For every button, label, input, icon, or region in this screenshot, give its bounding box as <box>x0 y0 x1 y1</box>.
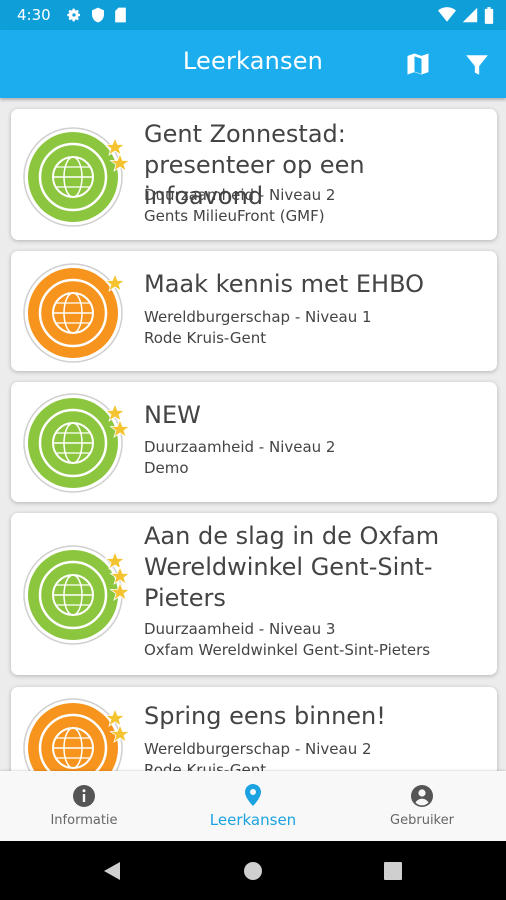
gear-icon <box>67 8 80 22</box>
status-icons-left <box>66 7 127 23</box>
list-item[interactable]: Spring eens binnen! Wereldburgerschap - … <box>11 687 497 771</box>
status-time: 4:30 <box>17 6 51 24</box>
badge-wereldburgerschap-icon <box>23 263 126 363</box>
badge-duurzaamheid-icon <box>23 127 131 227</box>
card-organization: Oxfam Wereldwinkel Gent-Sint-Pieters <box>144 641 431 659</box>
shield-icon <box>92 7 104 23</box>
card-organization: Demo <box>144 459 189 477</box>
recent-apps-icon[interactable] <box>384 862 402 880</box>
card-category: Duurzaamheid - Niveau 3 <box>144 620 336 638</box>
account-circle-icon <box>411 785 433 807</box>
card-category: Duurzaamheid - Niveau 2 <box>144 438 336 456</box>
filter-icon <box>466 55 488 75</box>
list-item[interactable]: Aan de slag in de Oxfam Wereldwinkel Gen… <box>11 513 497 675</box>
tab-leerkansen[interactable]: Leerkansen <box>169 771 337 841</box>
wifi-icon <box>438 7 456 22</box>
card-title: NEW <box>144 401 201 429</box>
card-title: Aan de slag in de Oxfam Wereldwinkel Gen… <box>144 522 440 612</box>
badge-duurzaamheid-icon <box>23 393 131 493</box>
list-item[interactable]: Maak kennis met EHBO Wereldburgerschap -… <box>11 251 497 371</box>
tab-label: Gebruiker <box>390 813 454 828</box>
tab-label: Informatie <box>50 813 118 828</box>
app-bar: Leerkansen <box>0 30 506 98</box>
tab-informatie[interactable]: Informatie <box>0 771 168 841</box>
map-button[interactable] <box>404 50 432 78</box>
card-category: Wereldburgerschap - Niveau 2 <box>144 740 372 758</box>
signal-icon <box>462 7 478 23</box>
card-category: Duurzaamheid - Niveau 2 <box>144 186 336 204</box>
location-pin-icon <box>245 784 261 806</box>
card-organization: Rode Kruis-Gent <box>144 329 267 347</box>
system-navigation-bar <box>0 841 506 900</box>
info-icon <box>73 785 95 807</box>
card-title: Spring eens binnen! <box>144 702 386 730</box>
tab-label: Leerkansen <box>209 811 297 829</box>
map-icon <box>407 53 429 75</box>
back-icon[interactable] <box>102 861 122 881</box>
list-item[interactable]: Gent Zonnestad: presenteer op een infoav… <box>11 109 497 240</box>
sd-card-icon <box>115 7 126 23</box>
list-item[interactable]: NEW Duurzaamheid - Niveau 2 Demo <box>11 382 497 502</box>
status-icons-right <box>438 7 494 24</box>
card-category: Wereldburgerschap - Niveau 1 <box>144 308 372 326</box>
filter-button[interactable] <box>464 52 492 80</box>
home-icon[interactable] <box>243 861 263 881</box>
card-organization: Rode Kruis-Gent <box>144 761 267 771</box>
badge-duurzaamheid-icon <box>23 545 131 645</box>
learning-opportunities-list[interactable]: Gent Zonnestad: presenteer op een infoav… <box>0 98 506 771</box>
battery-icon <box>484 7 494 24</box>
card-title: Maak kennis met EHBO <box>144 270 425 298</box>
badge-wereldburgerschap-icon <box>23 698 131 771</box>
card-organization: Gents MilieuFront (GMF) <box>144 207 325 225</box>
tab-gebruiker[interactable]: Gebruiker <box>338 771 506 841</box>
status-bar: 4:30 <box>0 0 506 30</box>
bottom-navigation: Informatie Leerkansen Gebruiker <box>0 771 506 841</box>
